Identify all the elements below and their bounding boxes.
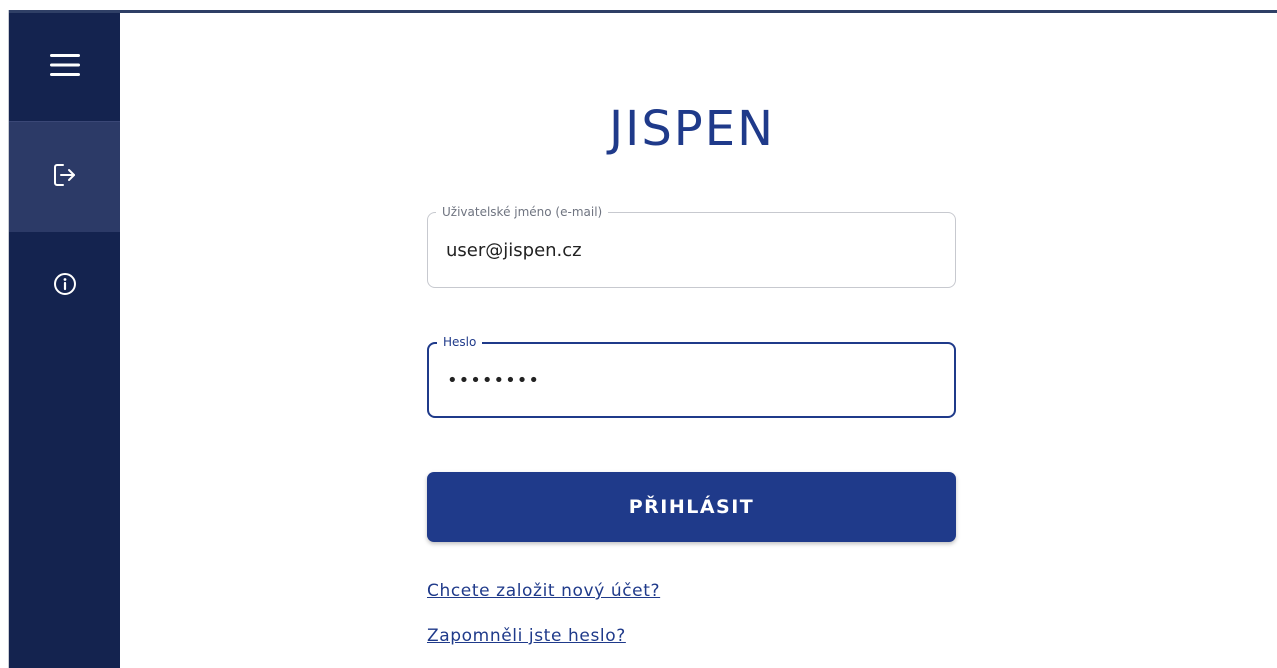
forgot-password-link[interactable]: Zapomněli jste heslo? — [427, 626, 626, 646]
register-link[interactable]: Chcete založit nový účet? — [427, 581, 660, 601]
brand-title: JISPEN — [609, 101, 775, 157]
password-field[interactable]: Heslo — [427, 334, 956, 418]
username-field[interactable]: Uživatelské jméno (e-mail) — [427, 204, 956, 288]
password-input[interactable] — [447, 365, 937, 395]
sidebar — [9, 13, 120, 668]
sign-in-icon — [52, 162, 78, 192]
info-circle-icon — [52, 271, 78, 301]
sidebar-item-login[interactable] — [9, 121, 120, 232]
username-input[interactable] — [446, 235, 936, 265]
left-border — [0, 10, 9, 668]
login-page: JISPEN Uživatelské jméno (e-mail) Heslo … — [120, 13, 1277, 668]
hamburger-menu-icon — [49, 53, 81, 81]
login-button[interactable]: PŘIHLÁSIT — [427, 472, 956, 542]
sidebar-item-info[interactable] — [9, 231, 120, 341]
app-window: JISPEN Uživatelské jméno (e-mail) Heslo … — [0, 0, 1277, 668]
password-label: Heslo — [437, 334, 483, 350]
menu-button[interactable] — [9, 13, 120, 121]
username-label: Uživatelské jméno (e-mail) — [436, 204, 609, 220]
